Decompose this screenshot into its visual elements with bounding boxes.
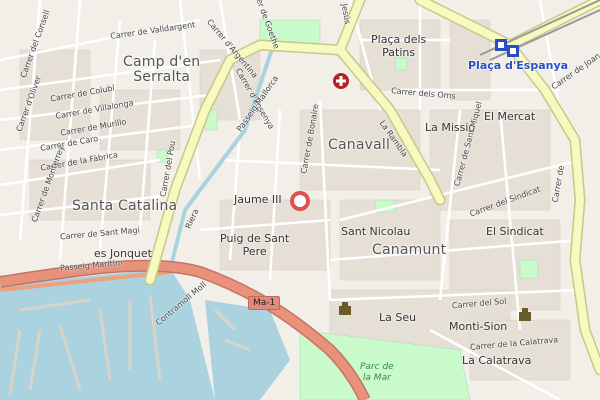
district-label-canavall: Canavall bbox=[328, 137, 391, 153]
road-shield-ma1: Ma-1 bbox=[248, 296, 281, 310]
map-canvas[interactable]: Camp d'en Serralta Santa Catalina Canava… bbox=[0, 0, 600, 400]
location-marker-icon[interactable] bbox=[289, 190, 311, 212]
place-label-jaume-iii: Jaume III bbox=[234, 193, 282, 206]
place-label-el-sindicat: El Sindicat bbox=[486, 225, 544, 238]
place-label-la-seu: La Seu bbox=[379, 311, 417, 324]
district-label-santa-catalina: Santa Catalina bbox=[72, 198, 178, 214]
place-label-el-mercat: El Mercat bbox=[484, 110, 536, 123]
place-label-la-calatrava: La Calatrava bbox=[462, 354, 532, 367]
place-label-parc-de-la-mar: Parc de la Mar bbox=[360, 362, 394, 383]
place-label-sant-nicolau: Sant Nicolau bbox=[341, 225, 411, 238]
landmark-icon bbox=[339, 302, 351, 315]
place-label-monti-sion: Monti-Sion bbox=[449, 320, 508, 333]
station-icon-2[interactable] bbox=[506, 44, 520, 58]
place-label-placa-despanya: Plaça d'Espanya bbox=[468, 59, 569, 72]
place-label-es-jonquet: es Jonquet bbox=[94, 247, 152, 260]
place-label-placa-dels-patins: Plaça dels Patins bbox=[371, 33, 427, 59]
district-label-canamunt: Canamunt bbox=[372, 242, 447, 258]
district-label-camp-den-serralta: Camp d'en Serralta bbox=[123, 54, 201, 85]
landmark-icon-2 bbox=[519, 308, 531, 321]
hospital-icon[interactable] bbox=[332, 72, 350, 90]
place-label-puig-de-sant-pere: Puig de Sant Pere bbox=[220, 232, 290, 258]
